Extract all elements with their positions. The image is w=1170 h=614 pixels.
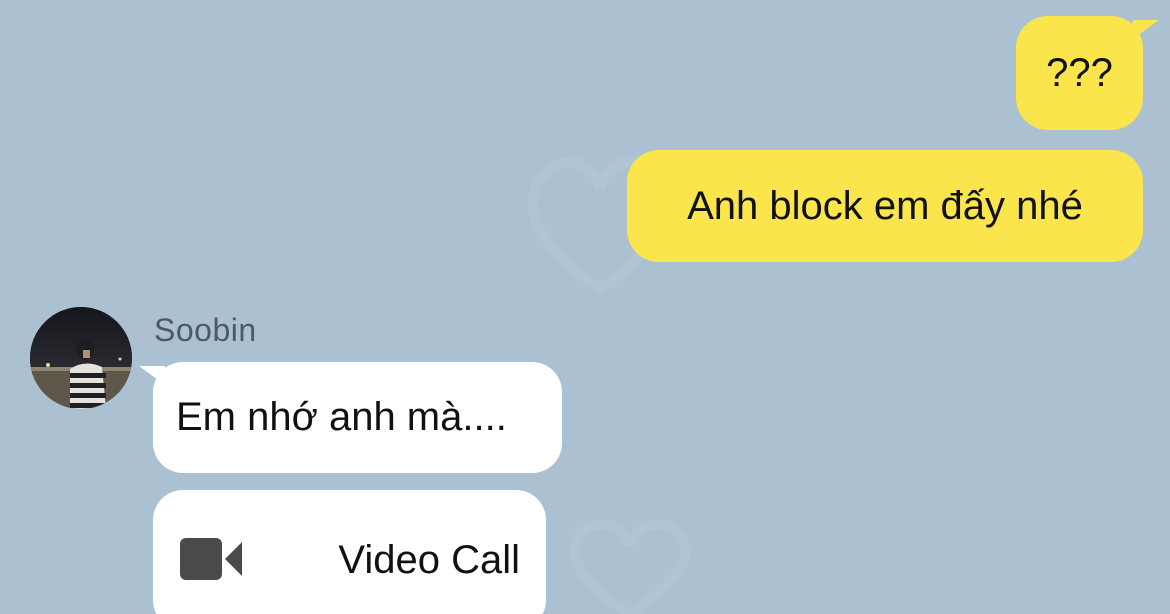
background-heart-icon (569, 520, 691, 614)
profile-photo (30, 307, 132, 409)
outgoing-message-bubble[interactable]: ??? (1016, 16, 1143, 130)
outgoing-message-bubble[interactable]: Anh block em đấy nhé (627, 150, 1143, 262)
sender-name: Soobin (154, 312, 257, 348)
outgoing-message-text: Anh block em đấy nhé (687, 184, 1083, 228)
chat-view: ??? Anh block em đấy nhé Soobin Em nhớ a… (0, 0, 1170, 614)
avatar[interactable] (30, 307, 132, 409)
outgoing-message-text: ??? (1046, 51, 1113, 95)
incoming-message-bubble[interactable]: Em nhớ anh mà.... (153, 362, 562, 473)
video-call-bubble[interactable]: Video Call (153, 490, 546, 614)
video-call-label: Video Call (338, 537, 520, 582)
video-camera-icon (180, 538, 242, 580)
incoming-message-text: Em nhớ anh mà.... (176, 395, 507, 439)
